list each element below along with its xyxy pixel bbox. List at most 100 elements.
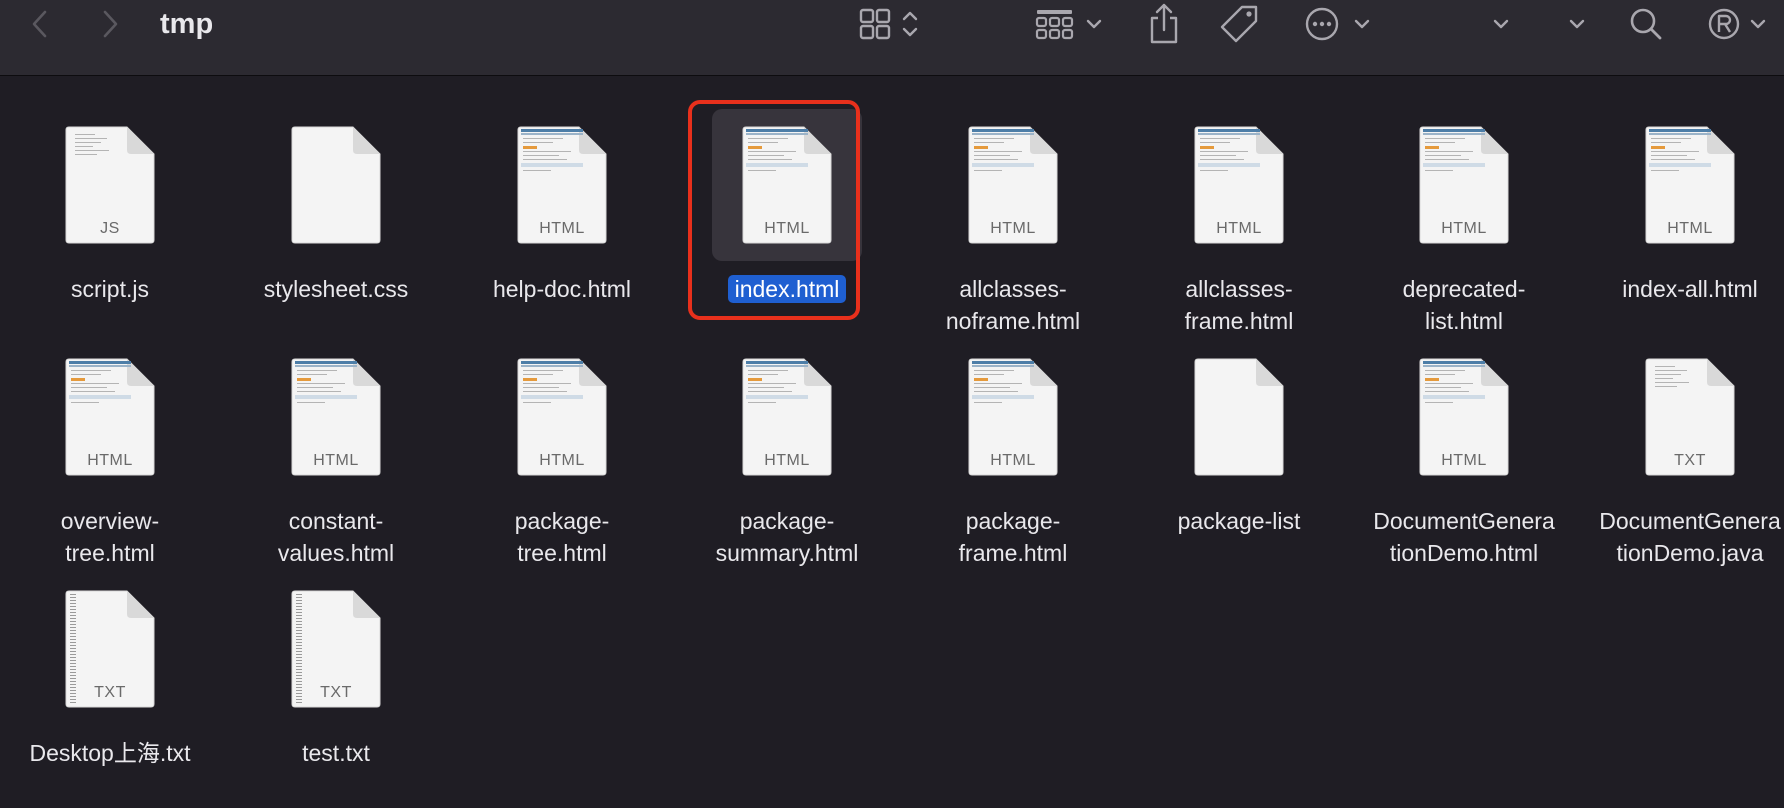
file-name-text: Desktop上海.txt — [29, 740, 191, 766]
file-icon-container: TXT — [261, 573, 411, 725]
file-icon-container: HTML — [938, 341, 1088, 493]
java-file-icon: TXT — [1645, 358, 1735, 476]
file-icon-container: HTML — [938, 109, 1088, 261]
file-name-text: deprecated- list.html — [1402, 276, 1526, 334]
html-file-icon: HTML — [968, 358, 1058, 476]
finder-toolbar: tmp — [0, 0, 1784, 76]
html-file-icon: HTML — [1419, 126, 1509, 244]
file-type-label: JS — [100, 220, 120, 237]
file-name: Desktop上海.txt — [5, 737, 215, 769]
html-file-icon: HTML — [517, 358, 607, 476]
generic-file-icon — [1194, 358, 1284, 476]
file-item[interactable]: JS script.js — [0, 109, 220, 305]
file-name: allclasses- noframe.html — [908, 273, 1118, 337]
file-icon-container: HTML — [1389, 109, 1539, 261]
group-by-button[interactable] — [1034, 4, 1106, 44]
file-icon-container: TXT — [1615, 341, 1765, 493]
file-type-label: HTML — [764, 220, 810, 237]
file-item[interactable]: TXT DocumentGenera tionDemo.java — [1580, 341, 1784, 569]
file-name: DocumentGenera tionDemo.java — [1585, 505, 1784, 569]
file-item[interactable]: HTML index-all.html — [1580, 109, 1784, 305]
html-file-icon: HTML — [1645, 126, 1735, 244]
file-icon-container: HTML — [487, 109, 637, 261]
forward-button[interactable] — [92, 6, 128, 42]
file-name: package- frame.html — [908, 505, 1118, 569]
file-type-label: TXT — [94, 684, 126, 701]
file-icon-container: HTML — [1389, 341, 1539, 493]
file-icon-container: JS — [35, 109, 185, 261]
file-type-label: HTML — [313, 452, 359, 469]
file-item[interactable]: HTML help-doc.html — [452, 109, 672, 305]
file-name-text: package- frame.html — [958, 508, 1068, 566]
file-item[interactable]: stylesheet.css — [226, 109, 446, 305]
file-type-label: HTML — [764, 452, 810, 469]
more-actions-icon — [1305, 7, 1370, 41]
back-button[interactable] — [22, 6, 58, 42]
file-type-label: TXT — [320, 684, 352, 701]
overflow-menu-2[interactable] — [1562, 6, 1592, 42]
chevron-down-icon — [1569, 19, 1585, 29]
file-item[interactable]: HTML allclasses- frame.html — [1129, 109, 1349, 337]
file-name: allclasses- frame.html — [1134, 273, 1344, 337]
file-item[interactable]: HTML deprecated- list.html — [1354, 109, 1574, 337]
view-mode-button[interactable] — [855, 4, 927, 44]
share-button[interactable] — [1146, 2, 1182, 46]
profile-button[interactable] — [1704, 2, 1770, 46]
file-name: help-doc.html — [457, 273, 667, 305]
file-name-text: DocumentGenera tionDemo.html — [1373, 508, 1555, 566]
file-item[interactable]: TXT test.txt — [226, 573, 446, 769]
file-name-text: package- summary.html — [715, 508, 859, 566]
search-button[interactable] — [1626, 2, 1666, 46]
file-name: script.js — [5, 273, 215, 305]
file-name-text: constant- values.html — [277, 508, 395, 566]
file-type-label: HTML — [990, 452, 1036, 469]
file-name: stylesheet.css — [231, 273, 441, 305]
file-icon-container: HTML — [35, 341, 185, 493]
chevron-right-icon — [103, 10, 118, 38]
file-name: index.html — [682, 273, 892, 305]
html-file-icon: HTML — [65, 358, 155, 476]
file-type-label: HTML — [990, 220, 1036, 237]
file-type-label: HTML — [1441, 452, 1487, 469]
file-name-text: index-all.html — [1622, 276, 1758, 302]
share-icon — [1150, 3, 1178, 44]
file-item[interactable]: HTML package- tree.html — [452, 341, 672, 569]
overflow-menu-1[interactable] — [1486, 6, 1516, 42]
folder-title: tmp — [160, 8, 214, 40]
html-file-icon: HTML — [968, 126, 1058, 244]
file-name-text: overview- tree.html — [60, 508, 160, 566]
file-name-text: stylesheet.css — [263, 276, 409, 302]
file-name-text: allclasses- frame.html — [1184, 276, 1294, 334]
html-file-icon: HTML — [1194, 126, 1284, 244]
file-icon-container: HTML — [712, 109, 862, 261]
tag-icon — [1220, 5, 1258, 43]
file-type-label: HTML — [1216, 220, 1262, 237]
file-name-text: index.html — [727, 275, 847, 303]
html-file-icon: HTML — [742, 126, 832, 244]
file-name-text: package- tree.html — [514, 508, 610, 566]
file-name: package- tree.html — [457, 505, 667, 569]
tag-button[interactable] — [1218, 2, 1262, 46]
file-item[interactable]: HTML overview- tree.html — [0, 341, 220, 569]
file-name-text: package-list — [1177, 508, 1301, 534]
file-item[interactable]: HTML allclasses- noframe.html — [903, 109, 1123, 337]
file-icon-container — [261, 109, 411, 261]
file-type-label: HTML — [539, 220, 585, 237]
html-file-icon: HTML — [517, 126, 607, 244]
file-name: deprecated- list.html — [1359, 273, 1569, 337]
registered-icon — [1708, 8, 1766, 40]
search-icon — [1630, 8, 1662, 40]
file-item[interactable]: HTML DocumentGenera tionDemo.html — [1354, 341, 1574, 569]
file-icon-container: TXT — [35, 573, 185, 725]
file-icon-container: HTML — [1164, 109, 1314, 261]
file-item[interactable]: HTML package- summary.html — [677, 341, 897, 569]
more-actions-button[interactable] — [1302, 2, 1374, 46]
file-item[interactable]: HTML constant- values.html — [226, 341, 446, 569]
file-item[interactable]: HTML package- frame.html — [903, 341, 1123, 569]
file-name: package- summary.html — [682, 505, 892, 569]
file-item[interactable]: package-list — [1129, 341, 1349, 537]
file-item[interactable]: HTML index.html — [677, 109, 897, 305]
file-type-label: HTML — [87, 452, 133, 469]
file-type-label: HTML — [1441, 220, 1487, 237]
file-item[interactable]: TXT Desktop上海.txt — [0, 573, 220, 769]
